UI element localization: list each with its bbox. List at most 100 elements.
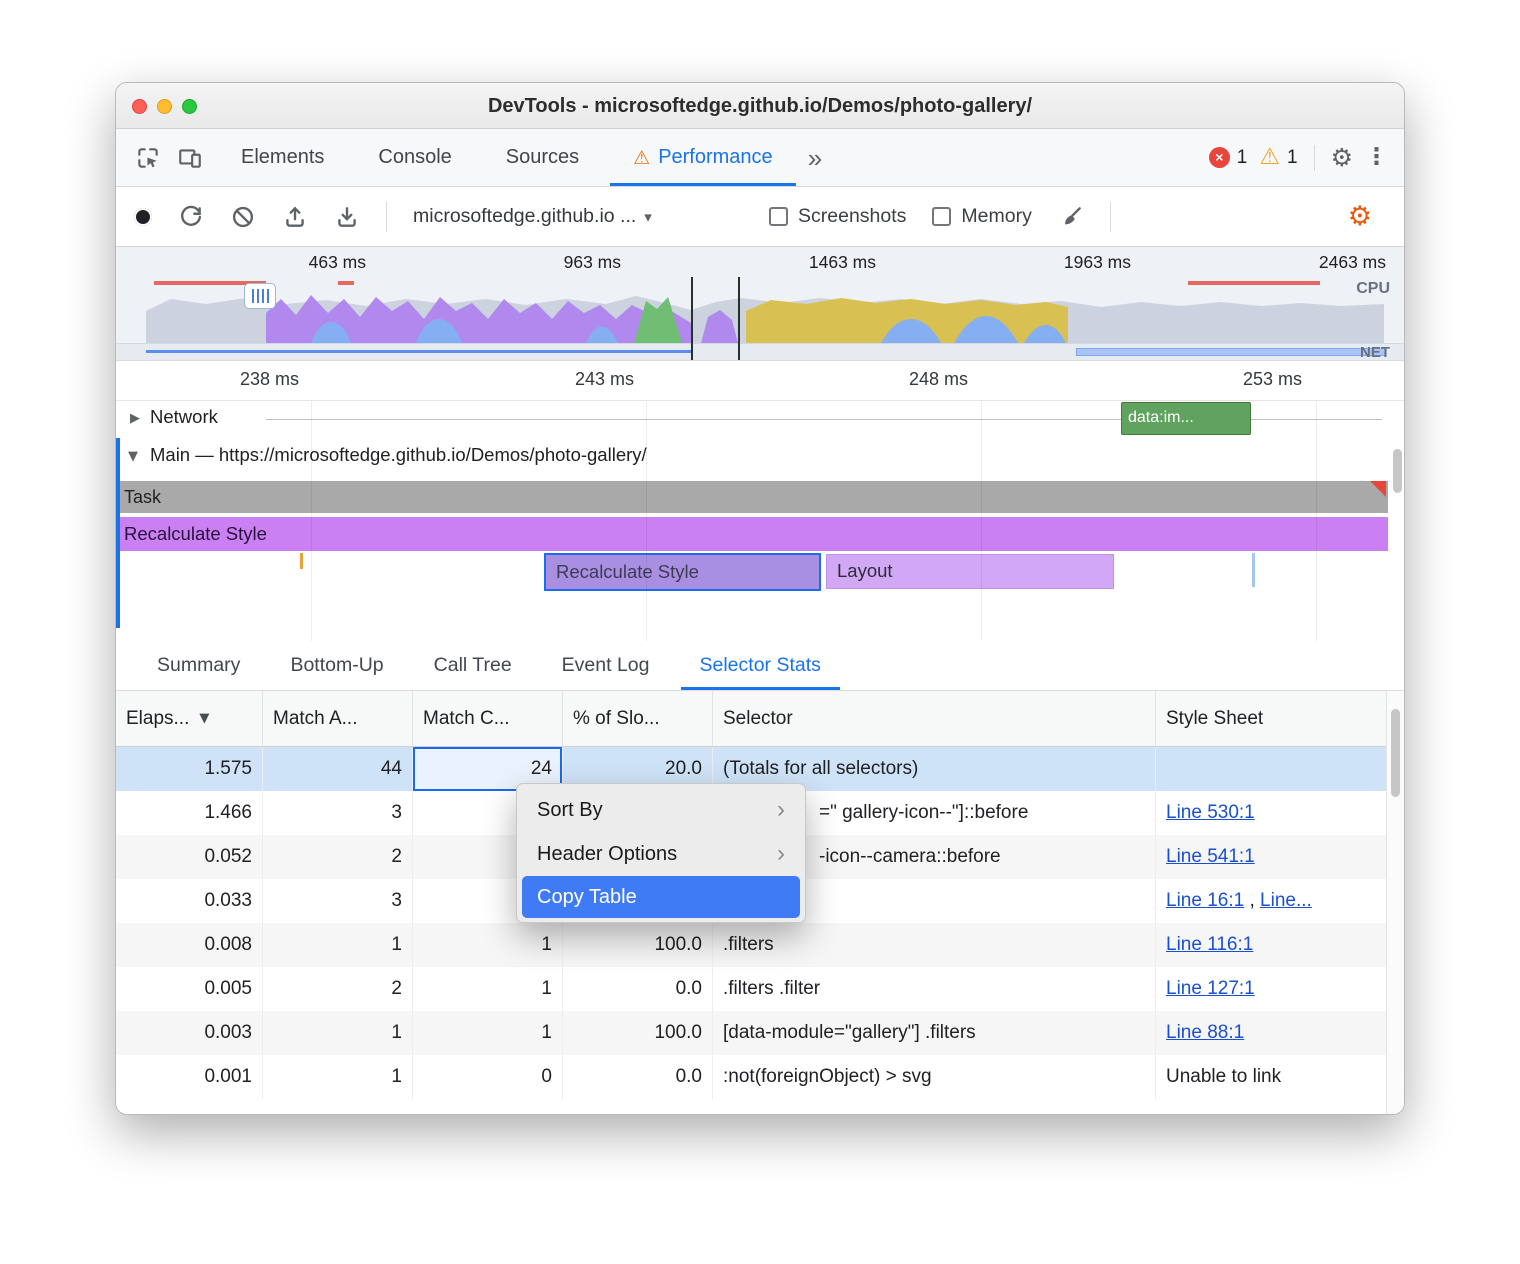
cell-match-attempts[interactable]: 2: [263, 835, 413, 879]
collapse-arrow-icon[interactable]: ▶: [130, 411, 140, 426]
profile-select[interactable]: microsoftedge.github.io ... ▾: [413, 205, 743, 228]
event-tick[interactable]: [1252, 553, 1255, 587]
stylesheet-link[interactable]: Line...: [1260, 890, 1312, 911]
cell-selector[interactable]: .filters: [713, 923, 1156, 967]
cell-match-count[interactable]: 1: [413, 967, 563, 1011]
selection-window-left-edge[interactable]: [691, 277, 693, 361]
tab-selector-stats[interactable]: Selector Stats: [675, 641, 846, 690]
cell-elapsed[interactable]: 1.466: [116, 791, 263, 835]
menu-item-copy-table[interactable]: Copy Table: [522, 876, 800, 918]
save-profile-icon[interactable]: [334, 204, 360, 230]
screenshots-checkbox[interactable]: [769, 207, 788, 226]
table-row[interactable]: 0.005210.0.filters .filter Line 127:1: [116, 967, 1388, 1011]
tab-summary[interactable]: Summary: [132, 641, 265, 690]
layout-event-block[interactable]: Layout: [826, 554, 1114, 589]
tab-bottom-up[interactable]: Bottom-Up: [265, 641, 408, 690]
memory-checkbox[interactable]: [932, 207, 951, 226]
cell-match-attempts[interactable]: 1: [263, 1011, 413, 1055]
table-row[interactable]: 0.001100.0:not(foreignObject) > svgUnabl…: [116, 1055, 1388, 1099]
cell-selector[interactable]: [data-module="gallery"] .filters: [713, 1011, 1156, 1055]
cell-match-attempts[interactable]: 3: [263, 879, 413, 923]
stylesheet-link[interactable]: Line 16:1: [1166, 890, 1244, 911]
cell-match-attempts[interactable]: 1: [263, 923, 413, 967]
load-profile-icon[interactable]: [282, 204, 308, 230]
cell-elapsed[interactable]: 0.001: [116, 1055, 263, 1099]
recalculate-style-event-bar[interactable]: Recalculate Style: [116, 517, 1388, 551]
zoom-window-button[interactable]: [182, 99, 197, 114]
tab-elements[interactable]: Elements: [214, 129, 351, 186]
cell-elapsed[interactable]: 0.052: [116, 835, 263, 879]
flame-chart[interactable]: ▶ Network data:im... ▼ Main — https://mi…: [116, 401, 1404, 641]
cell-match-attempts[interactable]: 44: [263, 747, 413, 791]
table-row[interactable]: 0.00811100.0.filtersLine 116:1: [116, 923, 1388, 967]
column-header-match-attempts[interactable]: Match A...: [263, 691, 413, 746]
minimize-window-button[interactable]: [157, 99, 172, 114]
cell-selector[interactable]: .filters .filter: [713, 967, 1156, 1011]
table-scrollbar-track[interactable]: [1386, 691, 1404, 1115]
collect-garbage-icon[interactable]: [1058, 204, 1084, 230]
event-tick[interactable]: [300, 553, 303, 569]
selection-window-right-edge[interactable]: [738, 277, 740, 361]
timeline-overview[interactable]: 463 ms 963 ms 1463 ms 1963 ms 2463 ms: [116, 247, 1404, 361]
memory-toggle[interactable]: Memory: [932, 205, 1031, 228]
tab-call-tree[interactable]: Call Tree: [409, 641, 537, 690]
cell-match-count[interactable]: 0: [413, 1055, 563, 1099]
cell-style-sheet[interactable]: Line 127:1: [1156, 967, 1388, 1011]
network-request-block[interactable]: data:im...: [1121, 402, 1251, 435]
warning-count-badge[interactable]: ⚠ 1: [1259, 146, 1297, 169]
cell-match-attempts[interactable]: 1: [263, 1055, 413, 1099]
column-header-pct-slow[interactable]: % of Slo...: [563, 691, 713, 746]
network-track-label[interactable]: Network: [150, 406, 218, 428]
more-tabs-icon[interactable]: »: [808, 145, 822, 171]
stylesheet-link[interactable]: Line 127:1: [1166, 978, 1255, 999]
column-header-style-sheet[interactable]: Style Sheet: [1156, 691, 1388, 746]
cell-match-count[interactable]: 1: [413, 1011, 563, 1055]
cell-pct-slow[interactable]: 0.0: [563, 967, 713, 1011]
cell-elapsed[interactable]: 0.003: [116, 1011, 263, 1055]
clear-recording-icon[interactable]: [230, 204, 256, 230]
tab-performance[interactable]: ⚠ Performance: [606, 129, 800, 186]
capture-settings-gear-icon[interactable]: ⚙: [1348, 203, 1372, 230]
table-scrollbar-thumb[interactable]: [1391, 709, 1400, 797]
stylesheet-link[interactable]: Line 541:1: [1166, 846, 1255, 867]
cell-elapsed[interactable]: 0.005: [116, 967, 263, 1011]
cell-style-sheet[interactable]: Unable to link: [1156, 1055, 1388, 1099]
device-toolbar-icon[interactable]: [172, 140, 208, 176]
cell-style-sheet[interactable]: Line 530:1: [1156, 791, 1388, 835]
tab-console[interactable]: Console: [351, 129, 478, 186]
cell-selector[interactable]: :not(foreignObject) > svg: [713, 1055, 1156, 1099]
column-header-elapsed[interactable]: Elaps... ▼: [116, 691, 263, 746]
cell-pct-slow[interactable]: 100.0: [563, 1011, 713, 1055]
cell-style-sheet[interactable]: Line 541:1: [1156, 835, 1388, 879]
cell-style-sheet[interactable]: Line 16:1 , Line...: [1156, 879, 1388, 923]
cell-style-sheet[interactable]: Line 88:1: [1156, 1011, 1388, 1055]
record-button[interactable]: [134, 208, 152, 226]
task-event-bar[interactable]: Task: [116, 481, 1388, 513]
cell-pct-slow[interactable]: 100.0: [563, 923, 713, 967]
cell-style-sheet[interactable]: [1156, 747, 1388, 791]
cell-style-sheet[interactable]: Line 116:1: [1156, 923, 1388, 967]
close-window-button[interactable]: [132, 99, 147, 114]
expand-arrow-icon[interactable]: ▼: [128, 449, 138, 464]
kebab-menu-icon[interactable]: ⋮: [1365, 146, 1388, 169]
table-row[interactable]: 0.00311100.0[data-module="gallery"] .fil…: [116, 1011, 1388, 1055]
cell-match-attempts[interactable]: 3: [263, 791, 413, 835]
error-count-badge[interactable]: × 1: [1209, 147, 1248, 169]
reload-and-record-icon[interactable]: [178, 204, 204, 230]
timeline-scrollbar[interactable]: [1393, 449, 1402, 493]
screenshots-toggle[interactable]: Screenshots: [769, 205, 906, 228]
cell-elapsed[interactable]: 1.575: [116, 747, 263, 791]
inspect-element-icon[interactable]: [130, 140, 166, 176]
cell-elapsed[interactable]: 0.008: [116, 923, 263, 967]
cell-match-count[interactable]: 1: [413, 923, 563, 967]
menu-item-sort-by[interactable]: Sort By ›: [517, 788, 805, 832]
menu-item-header-options[interactable]: Header Options ›: [517, 832, 805, 876]
column-header-match-count[interactable]: Match C...: [413, 691, 563, 746]
settings-gear-icon[interactable]: ⚙: [1331, 145, 1353, 170]
stylesheet-link[interactable]: Line 530:1: [1166, 802, 1255, 823]
tab-event-log[interactable]: Event Log: [537, 641, 675, 690]
cell-pct-slow[interactable]: 0.0: [563, 1055, 713, 1099]
cell-match-attempts[interactable]: 2: [263, 967, 413, 1011]
tab-sources[interactable]: Sources: [479, 129, 606, 186]
selection-window-handle[interactable]: [244, 283, 276, 309]
